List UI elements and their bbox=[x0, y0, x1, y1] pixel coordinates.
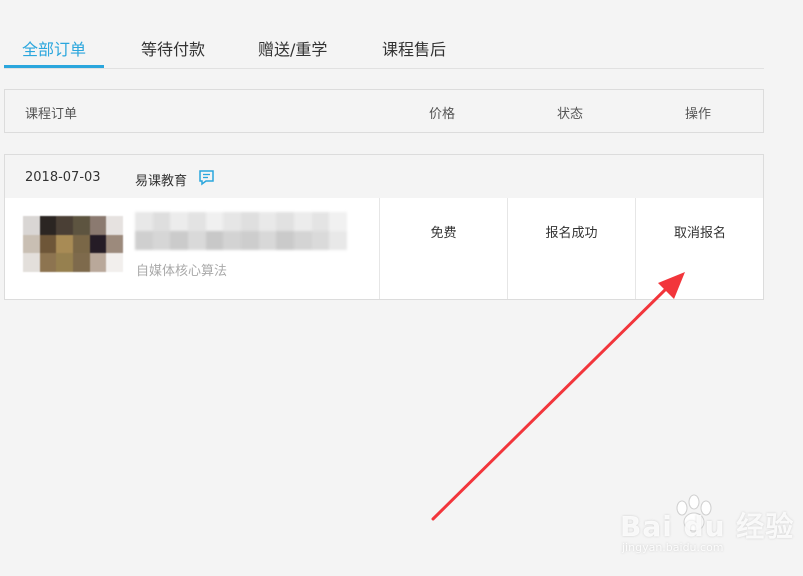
watermark-url: jingyan.baidu.com bbox=[622, 541, 724, 554]
watermark-brand: Bai du 经验 bbox=[620, 510, 795, 543]
